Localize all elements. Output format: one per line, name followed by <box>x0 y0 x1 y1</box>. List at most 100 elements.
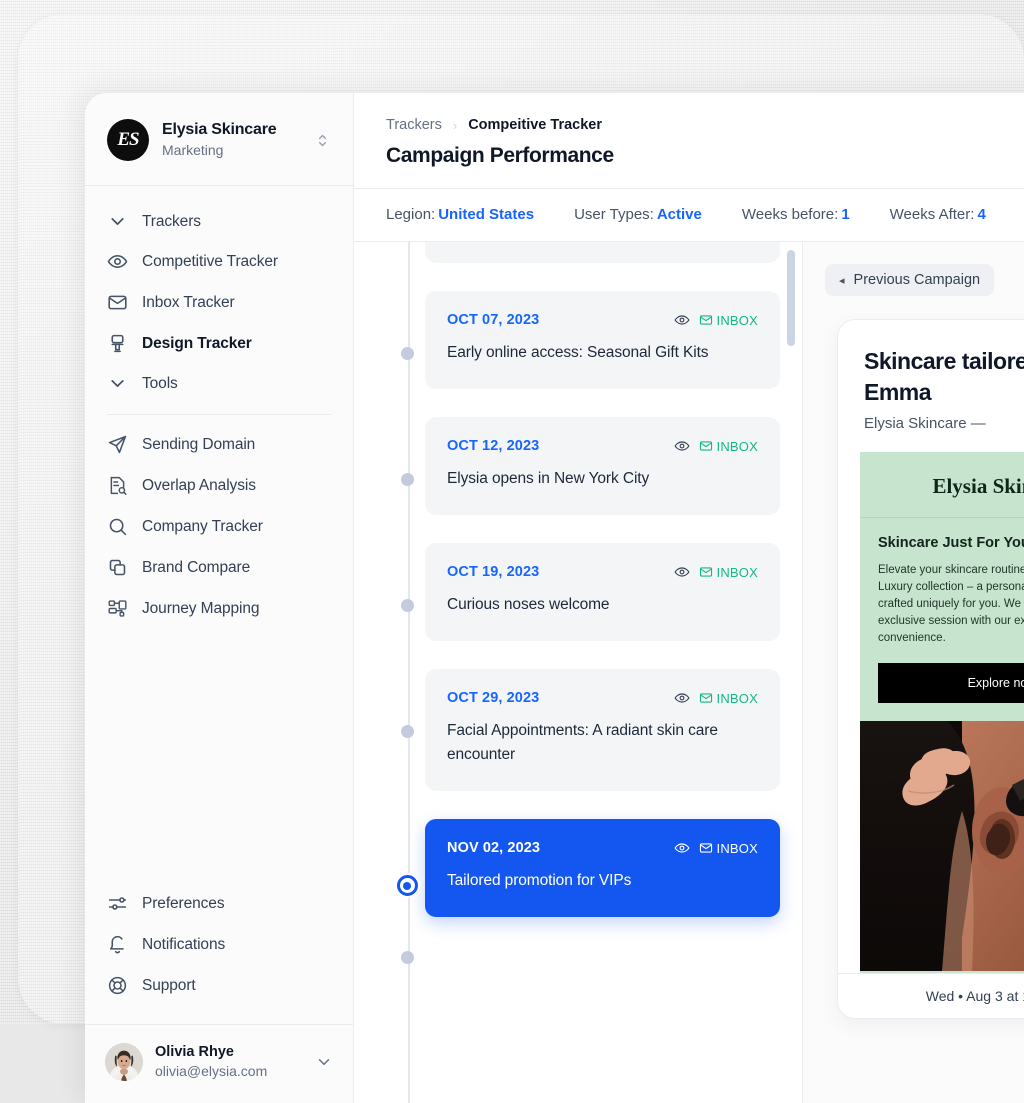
flow-nodes-icon <box>107 598 128 619</box>
timeline-card-selected[interactable]: NOV 02, 2023 INBOX <box>425 819 780 917</box>
filter-weeks-before[interactable]: Weeks before:1 <box>742 206 850 223</box>
sidebar-item-company-tracker[interactable]: Company Tracker <box>85 506 353 547</box>
chevron-down-icon[interactable] <box>315 1053 333 1071</box>
sidebar-item-journey-mapping[interactable]: Journey Mapping <box>85 588 353 629</box>
main-content: Trackers › Compeitive Tracker Campaign P… <box>354 93 1024 1103</box>
timeline-card[interactable]: OCT 07, 2023 INBOX <box>425 291 780 389</box>
sidebar-item-preferences[interactable]: Preferences <box>85 883 353 924</box>
sidebar-item-brand-compare[interactable]: Brand Compare <box>85 547 353 588</box>
timeline-date: OCT 07, 2023 <box>447 312 539 328</box>
email-sender: Elysia Skincare — <box>864 415 1024 432</box>
filter-value: United States <box>438 206 534 223</box>
user-profile-row[interactable]: Olivia Rhye olivia@elysia.com <box>85 1024 353 1103</box>
timeline-entry: OCT 19, 2023 INBOX <box>425 543 780 641</box>
timeline-dot <box>401 951 414 964</box>
eye-icon[interactable] <box>674 690 690 706</box>
sidebar-item-label: Support <box>142 977 196 995</box>
workspace-name: Elysia Skincare <box>162 120 301 140</box>
sidebar-group-trackers[interactable]: Trackers <box>85 202 353 241</box>
sidebar-item-competitive-tracker[interactable]: Competitive Tracker <box>85 241 353 282</box>
chevron-up-down-icon[interactable] <box>314 132 331 149</box>
page-title: Campaign Performance <box>386 144 1024 168</box>
filter-value: 4 <box>977 206 985 223</box>
sidebar-group-label: Tools <box>142 375 178 393</box>
sidebar-item-sending-domain[interactable]: Sending Domain <box>85 424 353 465</box>
sidebar-item-support[interactable]: Support <box>85 965 353 1006</box>
sidebar-item-label: Competitive Tracker <box>142 253 278 271</box>
workspace-logo: ES <box>107 119 149 161</box>
timeline-title: Early online access: Seasonal Gift Kits <box>447 341 758 365</box>
eye-icon[interactable] <box>674 564 690 580</box>
timeline-date: NOV 02, 2023 <box>447 840 540 856</box>
channel-badge: INBOX <box>699 565 758 580</box>
search-icon <box>107 516 128 537</box>
sidebar-item-design-tracker[interactable]: Design Tracker <box>85 323 353 364</box>
previous-campaign-button[interactable]: ◂ Previous Campaign <box>825 264 994 296</box>
serum-dropper-photo <box>860 721 1024 971</box>
sidebar-item-inbox-tracker[interactable]: Inbox Tracker <box>85 282 353 323</box>
filter-label: Weeks before: <box>742 206 838 223</box>
timeline-card[interactable]: OCT 19, 2023 INBOX <box>425 543 780 641</box>
campaign-timeline: OCT 07, 2023 INBOX <box>354 242 803 1103</box>
timeline-date: OCT 29, 2023 <box>447 690 539 706</box>
timeline-dot <box>401 473 414 486</box>
filter-label: Weeks After: <box>890 206 975 223</box>
email-promo-body: Elevate your skincare routine with our n… <box>878 562 1024 647</box>
timeline-card-partial[interactable] <box>425 242 780 263</box>
email-header: Skincare tailored for you Emma Elysia Sk… <box>838 320 1024 448</box>
timeline-card[interactable]: OCT 29, 2023 INBOX <box>425 669 780 791</box>
sidebar-bottom-nav: Preferences Notifications Support <box>85 883 353 1024</box>
email-promo-heading: Skincare Just For You <box>878 535 1024 551</box>
timeline-entry: OCT 29, 2023 INBOX <box>425 669 780 791</box>
sidebar-item-overlap-analysis[interactable]: Overlap Analysis <box>85 465 353 506</box>
explore-now-button[interactable]: Explore now <box>878 663 1024 703</box>
workspace-switcher[interactable]: ES Elysia Skincare Marketing <box>85 93 353 186</box>
email-promo-block: Skincare Just For You Elevate your skinc… <box>860 518 1024 721</box>
send-icon <box>107 434 128 455</box>
sidebar-item-label: Preferences <box>142 895 224 913</box>
sidebar-item-notifications[interactable]: Notifications <box>85 924 353 965</box>
filter-value: 1 <box>841 206 849 223</box>
channel-badge: INBOX <box>699 691 758 706</box>
sliders-icon <box>107 893 128 914</box>
timeline-dot <box>401 347 414 360</box>
filter-bar: Legion:United States User Types:Active W… <box>354 189 1024 242</box>
eye-icon[interactable] <box>674 312 690 328</box>
timeline-dot-active <box>397 875 418 896</box>
bell-icon <box>107 934 128 955</box>
timeline-card[interactable]: OCT 12, 2023 INBOX <box>425 417 780 515</box>
channel-label: INBOX <box>717 439 758 454</box>
caret-left-icon: ◂ <box>839 274 845 287</box>
breadcrumb-parent[interactable]: Trackers <box>386 117 442 133</box>
eye-icon[interactable] <box>674 438 690 454</box>
filter-user-types[interactable]: User Types:Active <box>574 206 702 223</box>
timeline-date: OCT 19, 2023 <box>447 564 539 580</box>
sidebar-group-tools[interactable]: Tools <box>85 364 353 403</box>
breadcrumb: Trackers › Compeitive Tracker <box>386 117 1024 133</box>
channel-label: INBOX <box>717 313 758 328</box>
avatar <box>105 1043 143 1081</box>
filter-legion[interactable]: Legion:United States <box>386 206 534 223</box>
email-timestamp: Wed • Aug 3 at 12:29AM <box>838 973 1024 1018</box>
sidebar-item-label: Journey Mapping <box>142 600 259 618</box>
email-preview-card[interactable]: Skincare tailored for you Emma Elysia Sk… <box>837 319 1024 1019</box>
eye-icon <box>107 251 128 272</box>
timeline-title: Elysia opens in New York City <box>447 467 758 491</box>
page-header: Trackers › Compeitive Tracker Campaign P… <box>354 93 1024 189</box>
timeline-entry: OCT 12, 2023 INBOX <box>425 417 780 515</box>
stamp-icon <box>107 333 128 354</box>
channel-badge: INBOX <box>699 313 758 328</box>
filter-weeks-after[interactable]: Weeks After:4 <box>890 206 986 223</box>
email-brand-title: Elysia Skincare <box>860 452 1024 518</box>
sidebar-item-label: Company Tracker <box>142 518 263 536</box>
sidebar: ES Elysia Skincare Marketing Trackers <box>85 93 354 1103</box>
email-body: Elysia Skincare Skincare Just For You El… <box>860 452 1024 973</box>
timeline-title: Tailored promotion for VIPs <box>447 869 758 893</box>
user-email: olivia@elysia.com <box>155 1062 303 1081</box>
channel-badge: INBOX <box>699 439 758 454</box>
previous-campaign-label: Previous Campaign <box>854 272 981 288</box>
application-window: ES Elysia Skincare Marketing Trackers <box>85 93 1024 1103</box>
chevron-down-icon <box>107 211 128 232</box>
eye-icon[interactable] <box>674 840 690 856</box>
timeline-date: OCT 12, 2023 <box>447 438 539 454</box>
